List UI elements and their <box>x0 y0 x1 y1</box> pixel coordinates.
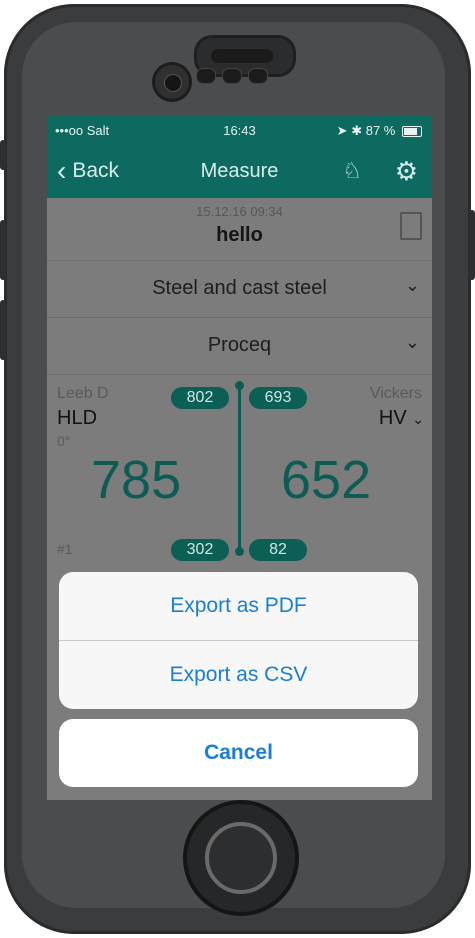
measurement-panel: Leeb D HLD 0° Vickers HV ⌄ 802 693 785 6… <box>47 375 432 571</box>
volume-up-button <box>0 220 6 280</box>
bluetooth-icon: ✱ <box>351 123 363 138</box>
angle-label: 0° <box>57 433 71 449</box>
export-csv-button[interactable]: Export as CSV <box>59 641 418 709</box>
power-button <box>469 210 475 280</box>
export-action-sheet: Export as PDF Export as CSV <box>59 572 418 709</box>
document-icon[interactable] <box>400 212 422 240</box>
mute-switch <box>0 140 6 170</box>
left-reading: 785 <box>91 450 182 510</box>
right-unit-label: HV <box>378 407 407 429</box>
probe-select[interactable]: Proceq ⌄ <box>47 318 432 375</box>
front-camera-icon <box>152 62 192 102</box>
left-scale-label: Leeb D <box>57 385 109 402</box>
right-reading: 652 <box>281 450 372 510</box>
statistics-icon[interactable]: ♘ <box>342 158 362 184</box>
battery-percent: 87 % <box>365 123 396 138</box>
left-unit-label: HLD <box>57 407 98 429</box>
material-select[interactable]: Steel and cast steel ⌄ <box>47 261 432 318</box>
slider-bottom-dot <box>235 547 244 556</box>
measurement-index: #1 <box>57 541 73 557</box>
chevron-down-icon: ⌄ <box>404 275 420 295</box>
home-button[interactable] <box>183 800 299 916</box>
measure-content: 15.12.16 09:34 hello Steel and cast stee… <box>47 198 432 800</box>
chevron-down-icon: ⌄ <box>404 332 420 352</box>
probe-value: Proceq <box>207 334 272 356</box>
left-max-badge: 802 <box>171 387 229 409</box>
left-min-badge: 302 <box>171 539 229 561</box>
right-min-badge: 82 <box>249 539 307 561</box>
timestamp: 15.12.16 09:34 <box>196 204 283 219</box>
nav-bar: ‹ Back Measure ♘ ⚙ <box>47 144 432 198</box>
sensor-array <box>196 68 286 88</box>
cancel-button[interactable]: Cancel <box>59 719 418 787</box>
chevron-down-icon: ⌄ <box>412 411 424 427</box>
settings-icon[interactable]: ⚙ <box>395 156 418 187</box>
measurement-name[interactable]: hello <box>47 224 432 247</box>
screen: •••oo Salt 16:43 ➤ ✱ 87 % ‹ Back Measure… <box>47 116 432 800</box>
right-unit-select[interactable]: HV ⌄ <box>379 407 424 430</box>
material-value: Steel and cast steel <box>152 277 327 299</box>
battery-icon <box>402 126 422 138</box>
export-pdf-button[interactable]: Export as PDF <box>59 572 418 640</box>
location-icon: ➤ <box>336 123 348 138</box>
status-bar: •••oo Salt 16:43 ➤ ✱ 87 % <box>47 116 432 144</box>
right-max-badge: 693 <box>249 387 307 409</box>
status-right: ➤ ✱ 87 % <box>337 123 422 139</box>
volume-down-button <box>0 300 6 360</box>
measurement-header: 15.12.16 09:34 hello <box>47 198 432 261</box>
divider-line <box>238 383 241 551</box>
page-title: Measure <box>200 160 279 182</box>
right-scale-label: Vickers <box>369 385 422 402</box>
